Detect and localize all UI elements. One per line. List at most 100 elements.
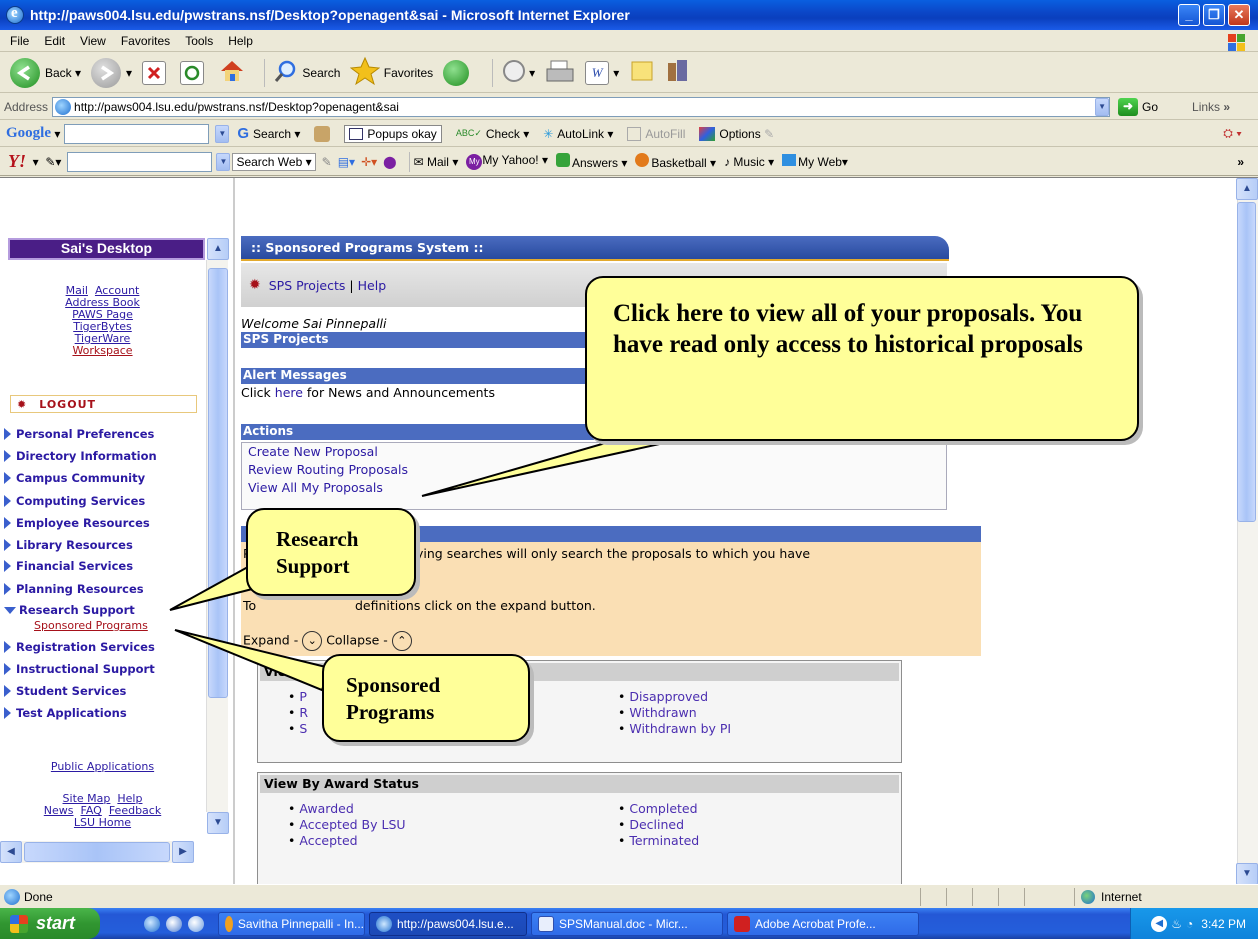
menu-favorites[interactable]: Favorites [121,34,170,48]
java-icon[interactable]: ♨ [1171,917,1182,931]
nav-campus-community[interactable]: Campus Community [4,471,145,485]
left-hscroll-thumb[interactable] [24,842,170,862]
left-scroll-down-button[interactable]: ▼ [207,812,229,834]
main-scroll-up-button[interactable]: ▲ [1236,178,1258,200]
google-logo[interactable]: Google [6,125,51,142]
view-all-my-proposals-link[interactable]: View All My Proposals [248,479,946,497]
address-dropdown[interactable]: ▼ [1095,97,1110,116]
task-ie-paws[interactable]: http://paws004.lsu.e... [369,911,527,936]
go-button[interactable]: ➜ Go [1118,97,1158,116]
disapproved-link[interactable]: Disapproved [618,689,731,705]
quicklaunch-desktop-icon[interactable] [188,915,204,932]
research-button[interactable] [665,57,691,88]
popups-okay-button[interactable]: Popups okay [344,124,442,143]
maximize-button[interactable]: ❐ [1203,4,1225,26]
basketball-button[interactable]: Basketball ▾ [635,153,716,170]
google-news-button[interactable] [314,125,331,142]
autolink-button[interactable]: ✳ AutoLink ▾ [543,127,613,141]
edit-word-button[interactable]: W ▾ [585,60,619,85]
address-input[interactable]: http://paws004.lsu.edu/pwstrans.nsf/Desk… [52,96,1111,117]
start-button[interactable]: start [0,908,100,939]
nav-library-resources[interactable]: Library Resources [4,538,133,552]
accepted-by-lsu-link[interactable]: Accepted By LSU [288,817,405,833]
links-button[interactable]: Links » [1192,100,1230,114]
back-button[interactable]: Back ▾ [10,57,81,88]
task-acrobat[interactable]: Adobe Acrobat Profe... [727,911,919,936]
nav-planning-resources[interactable]: Planning Resources [4,582,144,596]
google-options-button[interactable]: Options ✎ [699,126,774,141]
expand-chevron-icon[interactable]: ⌄ [302,631,323,651]
review-routing-proposals-link[interactable]: Review Routing Proposals [248,461,946,479]
menu-view[interactable]: View [80,34,106,48]
withdrawn-link[interactable]: Withdrawn [618,705,731,721]
layout-icon[interactable]: ▤▾ [338,155,355,169]
close-button[interactable]: ✕ [1228,4,1250,26]
nav-directory-information[interactable]: Directory Information [4,449,157,463]
network-icon[interactable]: ◔ [1186,917,1193,931]
stop-button[interactable] [142,60,170,85]
quicklaunch-outlook-icon[interactable] [166,915,182,932]
my-yahoo-button[interactable]: My My Yahoo! ▾ [466,153,548,170]
create-new-proposal-link[interactable]: Create New Proposal [248,443,946,461]
news-here-link[interactable]: here [275,385,303,400]
antispy-icon[interactable]: ✛▾ [361,155,377,169]
sps-help-link[interactable]: Help [358,278,387,293]
refresh-button[interactable] [180,60,208,85]
yahoo-mail-button[interactable]: ✉ Mail ▾ [414,155,459,169]
collapse-chevron-icon[interactable]: ⌃ [391,631,412,651]
quicklaunch-ie-icon[interactable] [144,915,160,932]
task-word-doc[interactable]: SPSManual.doc - Micr... [531,911,723,936]
discuss-button[interactable] [629,58,655,87]
menu-help[interactable]: Help [228,34,253,48]
yahoo-logo[interactable]: Y! [8,151,26,172]
nav-instructional-support[interactable]: Instructional Support [4,662,155,676]
public-applications-link[interactable]: Public Applications [51,760,154,773]
terminated-link[interactable]: Terminated [618,833,699,849]
completed-link[interactable]: Completed [618,801,699,817]
nav-personal-preferences[interactable]: Personal Preferences [4,427,154,441]
minimize-button[interactable]: _ [1178,4,1200,26]
declined-link[interactable]: Declined [618,817,699,833]
translate-icon[interactable]: ⛭ ▾ [1223,126,1242,141]
google-search-button[interactable]: G Search ▾ [237,125,300,142]
news-link[interactable]: News [44,804,74,817]
nav-research-support[interactable]: Research Support [4,603,135,617]
clock[interactable]: 3:42 PM [1201,917,1246,931]
left-scroll-left-button[interactable]: ◀ [0,841,22,863]
yahoo-search-input[interactable] [67,151,213,172]
yahoo-dropdown[interactable]: ▼ [216,152,231,171]
proposal-status-link[interactable]: R [288,705,308,721]
highlight-icon[interactable]: ✎ [322,155,332,169]
sps-projects-link[interactable]: SPS Projects [269,278,346,293]
headphones-icon[interactable]: ⬤ [383,155,396,169]
left-scroll-thumb[interactable] [208,268,228,698]
workspace-link[interactable]: Workspace [72,344,132,357]
search-web-button[interactable]: Search Web ▾ [232,152,316,171]
nav-financial-services[interactable]: Financial Services [4,559,133,573]
pen-icon[interactable]: ✎ [45,155,55,169]
main-scroll-thumb[interactable] [1237,202,1256,522]
menu-tools[interactable]: Tools [185,34,213,48]
music-button[interactable]: ♪ Music ▾ [724,155,774,169]
mail-button[interactable]: ▾ [501,58,535,87]
my-web-button[interactable]: My Web▾ [782,154,848,169]
nav-computing-services[interactable]: Computing Services [4,494,145,508]
answers-button[interactable]: Answers ▾ [555,153,627,170]
search-button[interactable]: Search [273,58,340,87]
proposal-status-link[interactable]: S [288,721,308,737]
tray-arrow-icon[interactable]: ◀ [1151,915,1168,932]
nav-student-services[interactable]: Student Services [4,684,126,698]
chevron-more-icon[interactable]: » [1237,155,1244,169]
awarded-link[interactable]: Awarded [288,801,406,817]
left-scroll-up-button[interactable]: ▲ [207,238,229,260]
lsu-home-link[interactable]: LSU Home [74,816,131,829]
spell-check-button[interactable]: ABC✓ Check ▾ [456,127,529,141]
task-savitha[interactable]: Savitha Pinnepalli - In... [218,911,365,936]
google-dropdown[interactable]: ▼ [215,124,230,143]
history-button[interactable] [443,59,474,86]
withdrawn-by-pi-link[interactable]: Withdrawn by PI [618,721,731,737]
proposal-status-link[interactable]: P [288,689,308,705]
accepted-link[interactable]: Accepted [288,833,406,849]
nav-test-applications[interactable]: Test Applications [4,706,127,720]
nav-sponsored-programs[interactable]: Sponsored Programs [34,619,148,632]
